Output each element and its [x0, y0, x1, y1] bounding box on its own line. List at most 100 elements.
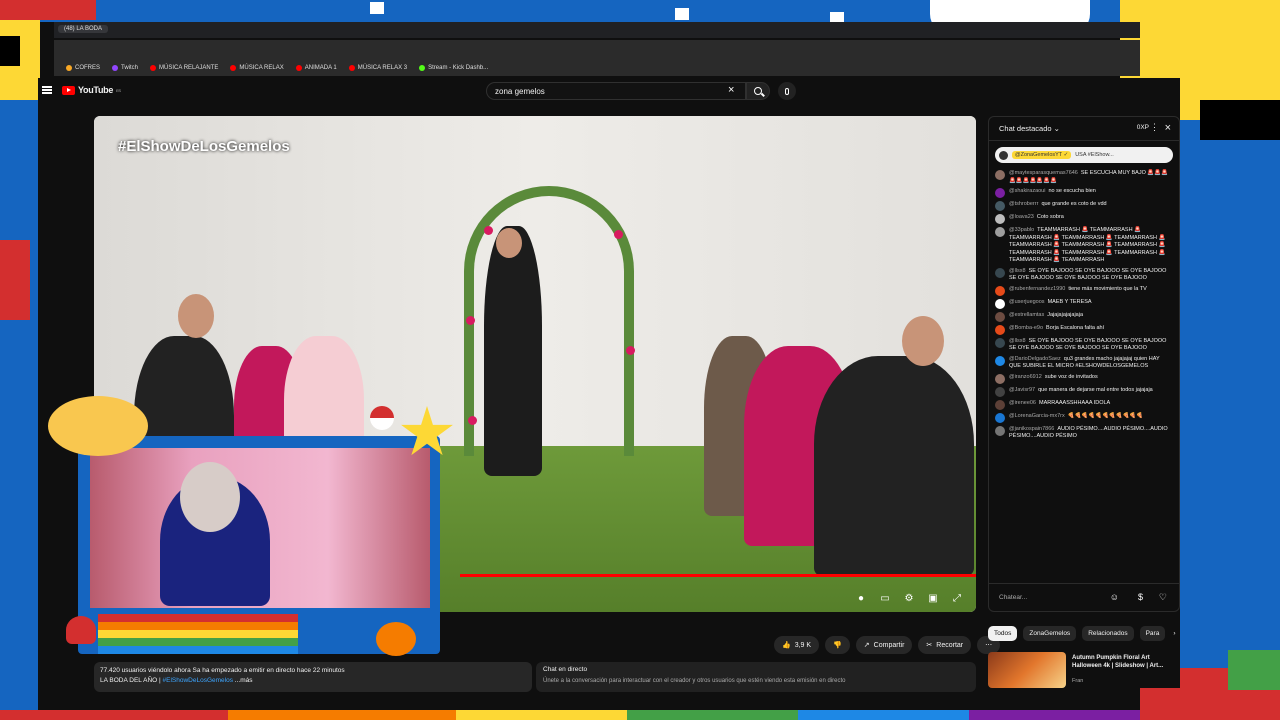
- share-button[interactable]: ↗ Compartir: [855, 636, 913, 654]
- like-button[interactable]: 👍 3,9 K: [774, 636, 820, 654]
- search-input-value: zona gemelos: [495, 86, 545, 96]
- chat-author[interactable]: @LorenaGarcia-mx7rx: [1009, 413, 1065, 419]
- pinned-message[interactable]: @ZonaGemelosYT ✓ USA #ElShow...: [995, 147, 1173, 163]
- chat-message: @tshroberrr que grande es coto de vdd: [995, 201, 1173, 211]
- avatar: [995, 298, 1005, 309]
- live-chat-notice: Chat en directo Únete a la conversación …: [536, 662, 976, 692]
- video-hashtag: #ElShowDeLosGemelos: [118, 138, 290, 155]
- chat-author[interactable]: @33pablo: [1009, 227, 1034, 233]
- video-title: LA BODA DEL AÑO |: [100, 677, 161, 684]
- chat-input[interactable]: Chatear... ☺ $ ♡: [989, 583, 1179, 611]
- thumbs-up-icon: 👍: [782, 642, 791, 649]
- avatar: [995, 170, 1005, 180]
- chat-message: @Javisr97 que manera de dejarse mal entre…: [995, 386, 1173, 397]
- youtube-logo[interactable]: YouTube ES: [62, 85, 121, 95]
- recommended-video[interactable]: Autumn Pumpkin Floral Art Halloween 4k |…: [988, 652, 1180, 688]
- view-stats: 77.420 usuarios viéndolo ahora Sa ha emp…: [100, 667, 345, 674]
- chat-author[interactable]: @iranzo6912: [1009, 374, 1042, 380]
- chat-author[interactable]: @maytesparasquemas7646: [1009, 170, 1078, 176]
- chat-author[interactable]: @llsx8: [1009, 338, 1026, 344]
- chat-author[interactable]: @Bomba-e9o: [1009, 325, 1043, 331]
- bookmark[interactable]: Twitch: [112, 65, 138, 71]
- pokeball-icon: [370, 406, 394, 430]
- chat-author[interactable]: @Javisr97: [1009, 387, 1035, 393]
- bookmark-icon: [66, 65, 72, 71]
- dislike-button[interactable]: 👎: [825, 636, 850, 654]
- bookmark-label: Stream - Kick Dashb...: [428, 65, 489, 71]
- chat-header: Chat destacado ⌄ 0XP ⋮ ×: [989, 117, 1179, 141]
- chat-author[interactable]: @DarioDelgadoSaez: [1009, 356, 1061, 362]
- chat-message: @shakirazaoui no se escucha bien: [995, 188, 1173, 198]
- browser-tab-strip: (48) LA BODA: [54, 22, 1140, 38]
- clip-button[interactable]: ✂ Recortar: [918, 636, 972, 654]
- chat-author[interactable]: @llsx8: [1009, 268, 1026, 274]
- chat-author[interactable]: @irenee06: [1009, 400, 1036, 406]
- chat-author[interactable]: @userjuegoos: [1009, 299, 1045, 305]
- close-icon[interactable]: ×: [728, 84, 734, 96]
- chevron-right-icon[interactable]: ›: [1171, 626, 1177, 641]
- bookmark-label: MÚSICA RELAX: [239, 65, 284, 71]
- bookmark-icon: [348, 65, 355, 71]
- chat-message: @loava23 Coto sobra: [995, 214, 1173, 224]
- bookmark[interactable]: MÚSICA RELAJANTE: [150, 65, 218, 71]
- chip-all[interactable]: Todos: [988, 626, 1018, 641]
- settings-gear-icon[interactable]: ⚙: [902, 592, 916, 604]
- more-options-icon[interactable]: ⋮: [1150, 122, 1159, 133]
- video-thumbnail[interactable]: [988, 652, 1066, 688]
- mushroom-icon: [66, 616, 96, 644]
- chat-text: MARRAAASSHHAAA IDOLA: [1039, 399, 1111, 406]
- hashtag-link[interactable]: #ElShowDeLosGemelos: [163, 677, 233, 684]
- bookmark-icon: [419, 65, 426, 71]
- youtube-logo-text: YouTube: [78, 85, 114, 95]
- youtube-play-icon: [62, 85, 75, 95]
- chat-author[interactable]: @loava23: [1009, 214, 1034, 220]
- bookmark[interactable]: COFRES: [66, 65, 100, 71]
- subtitles-icon[interactable]: ▭: [878, 592, 892, 604]
- heart-icon[interactable]: ♡: [1159, 592, 1167, 603]
- chat-author[interactable]: @janikospain7866: [1009, 426, 1054, 432]
- chip-for-you[interactable]: Para: [1139, 626, 1166, 641]
- bookmark[interactable]: MÚSICA RELAX 3: [348, 65, 407, 71]
- search-button[interactable]: [746, 82, 770, 100]
- youtube-header: YouTube ES zona gemelos ×: [38, 78, 1180, 104]
- xp-badge[interactable]: 0XP: [1137, 124, 1149, 131]
- menu-icon[interactable]: [42, 86, 52, 94]
- browser-address-bar[interactable]: [54, 40, 1140, 60]
- bookmark-label: COFRES: [75, 65, 101, 71]
- chip-channel[interactable]: ZonaGemelos: [1023, 626, 1077, 641]
- video-progress-bar[interactable]: [460, 574, 976, 577]
- chat-message-list[interactable]: @maytesparasquemas7646 SE ESCUCHA MUY BAJ…: [989, 165, 1179, 446]
- chat-author[interactable]: @tshroberrr: [1009, 201, 1038, 207]
- share-label: Compartir: [873, 641, 905, 649]
- flower-icon: [376, 622, 416, 656]
- chat-author[interactable]: @rubenfernandez1990: [1009, 286, 1065, 292]
- emoji-icon[interactable]: ☺: [1110, 592, 1119, 602]
- bookmark[interactable]: Stream - Kick Dashb...: [419, 65, 488, 71]
- autoplay-toggle[interactable]: ●: [854, 592, 868, 604]
- super-chat-icon[interactable]: $: [1138, 592, 1143, 602]
- clip-label: Recortar: [936, 641, 964, 649]
- chat-text: Jajajajajajajaja: [1047, 311, 1084, 318]
- voice-search-button[interactable]: [778, 82, 796, 100]
- video-description[interactable]: 77.420 usuarios viéndolo ahora Sa ha emp…: [94, 662, 532, 692]
- fullscreen-icon[interactable]: ⤢: [950, 592, 964, 604]
- overlay-pixel: [370, 2, 384, 14]
- bookmark-label: MÚSICA RELAJANTE: [159, 65, 219, 71]
- bookmark-icon: [230, 65, 237, 71]
- chat-author[interactable]: @estrellamtas: [1009, 312, 1044, 318]
- chevron-down-icon[interactable]: ⌄: [1052, 124, 1060, 133]
- chat-message: @33pablo TEAMMARRASH 🚨 TEAMMARRASH 🚨 TEAM…: [995, 227, 1173, 265]
- bookmark[interactable]: MÚSICA RELAX: [230, 65, 284, 71]
- chat-message: @DarioDelgadoSaez qu3 grandes macho jajaj…: [995, 355, 1173, 371]
- close-icon[interactable]: ×: [1165, 122, 1171, 134]
- search-input[interactable]: zona gemelos: [486, 82, 746, 100]
- theater-mode-icon[interactable]: ▣: [926, 592, 940, 604]
- more-link[interactable]: ...más: [235, 677, 253, 684]
- chat-mode-dropdown[interactable]: Chat destacado: [999, 124, 1052, 133]
- bookmark[interactable]: ANIMADA 1: [295, 65, 337, 71]
- chat-author[interactable]: @shakirazaoui: [1009, 188, 1045, 194]
- chip-related[interactable]: Relacionados: [1082, 626, 1134, 641]
- player-controls: ● ▭ ⚙ ▣ ⤢: [854, 592, 964, 604]
- browser-tab[interactable]: (48) LA BODA: [58, 25, 109, 33]
- recommended-video-title[interactable]: Autumn Pumpkin Floral Art Halloween 4k |…: [1072, 654, 1172, 670]
